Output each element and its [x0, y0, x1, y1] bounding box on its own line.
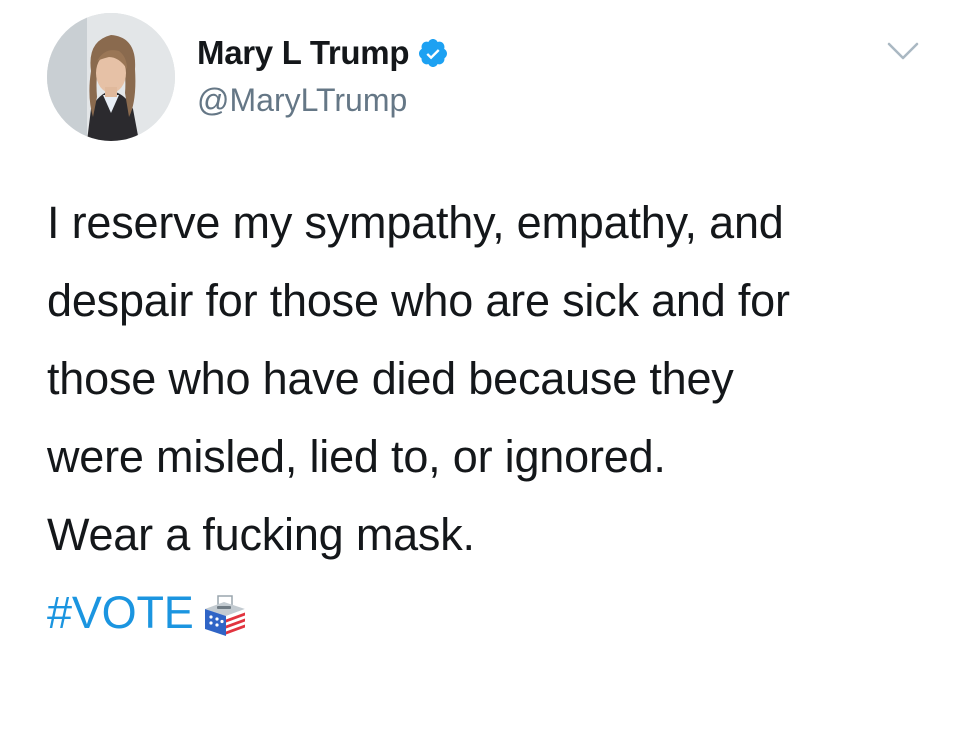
author-display-name: Mary L Trump	[197, 34, 410, 71]
author-name-row[interactable]: Mary L Trump	[197, 33, 449, 73]
tweet: Mary L Trump @MaryLTrump I reserve my sy…	[0, 0, 960, 734]
tweet-line: were misled, lied to, or ignored.	[47, 431, 666, 482]
verified-badge-icon	[417, 37, 449, 69]
tweet-line: despair for those who are sick and for	[47, 275, 790, 326]
chevron-down-icon[interactable]	[883, 36, 923, 66]
tweet-text: I reserve my sympathy, empathy, and desp…	[47, 184, 927, 652]
tweet-paragraph-1: I reserve my sympathy, empathy, and desp…	[47, 184, 927, 496]
author-handle[interactable]: @MaryLTrump	[197, 82, 407, 119]
tweet-line: those who have died because they	[47, 353, 734, 404]
tweet-line: I reserve my sympathy, empathy, and	[47, 197, 784, 248]
tweet-hashtag-row: #VOTE	[47, 574, 927, 652]
ballot-box-icon	[202, 592, 248, 638]
avatar[interactable]	[47, 13, 175, 141]
hashtag-link[interactable]: #VOTE	[47, 574, 194, 652]
profile-photo	[47, 13, 175, 141]
tweet-line: Wear a fucking mask.	[47, 509, 475, 560]
tweet-paragraph-2: Wear a fucking mask.	[47, 496, 927, 574]
